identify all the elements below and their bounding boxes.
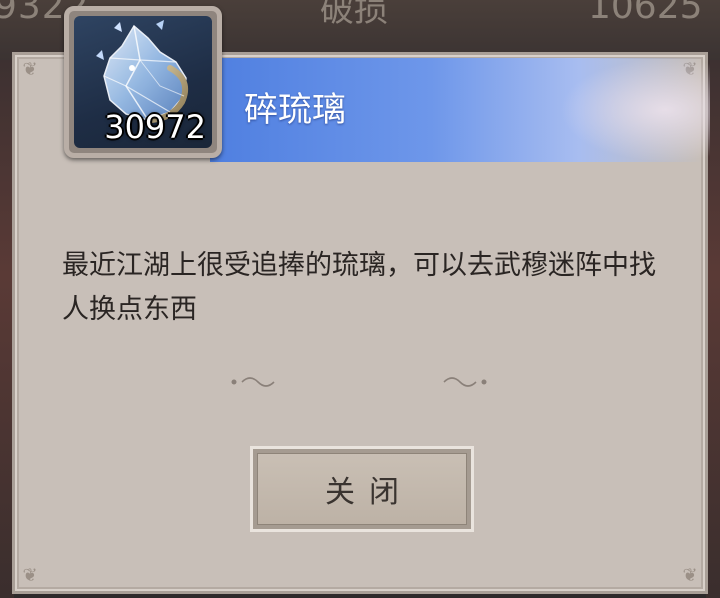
item-name: 碎琉璃	[244, 90, 346, 130]
close-button[interactable]: 关闭	[250, 446, 474, 532]
background-title: 破损	[320, 0, 388, 30]
corner-ornament-icon: ❦	[22, 59, 38, 80]
close-button-face: 关闭	[257, 453, 467, 525]
background-number-right: 10625	[588, 0, 703, 27]
ornamental-divider	[118, 377, 608, 387]
corner-ornament-icon: ❦	[682, 565, 698, 586]
item-icon-background: 30972	[74, 16, 212, 148]
title-banner-glow	[560, 58, 710, 162]
game-screen: 9322 破损 10625 ❦ ❦ ❦ ❦ 碎琉璃	[0, 0, 720, 598]
close-button-label: 关闭	[325, 475, 413, 510]
item-icon-slot: 30972	[64, 6, 222, 158]
item-description: 最近江湖上很受追捧的琉璃，可以去武穆迷阵中找人换点东西	[62, 250, 656, 325]
corner-ornament-icon: ❦	[22, 565, 38, 586]
item-count: 30972	[104, 108, 206, 146]
